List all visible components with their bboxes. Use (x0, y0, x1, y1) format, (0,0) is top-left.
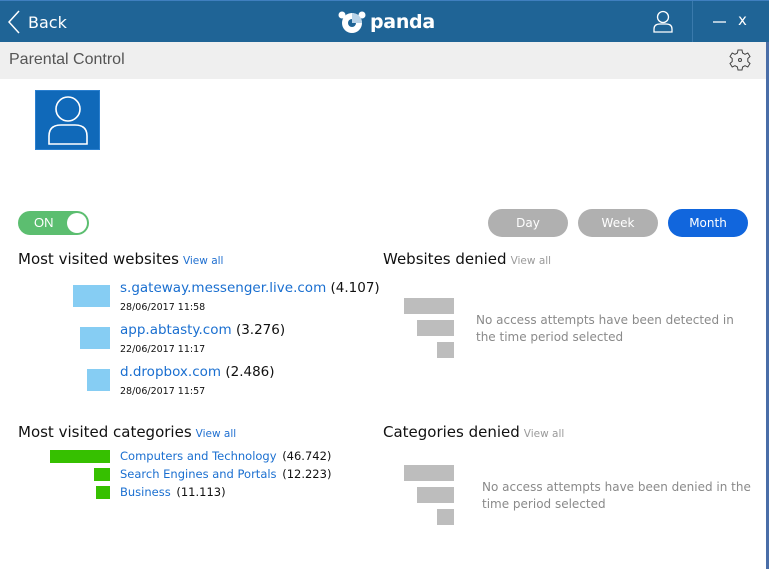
categories-denied-empty-message: No access attempts have been denied in t… (482, 480, 751, 511)
websites-denied-empty-message: No access attempts have been detected in… (476, 313, 734, 344)
child-avatar[interactable] (35, 90, 100, 150)
panda-logo-icon (338, 11, 366, 33)
website-item[interactable]: d.dropbox.com (2.486) (120, 364, 275, 380)
minimize-icon (713, 21, 726, 23)
placeholder-bar (417, 320, 454, 336)
back-label: Back (28, 12, 67, 32)
placeholder-bar (417, 487, 454, 503)
period-week-label: Week (601, 216, 635, 230)
website-visit-count: (3.276) (235, 322, 286, 338)
period-day-button[interactable]: Day (488, 209, 568, 237)
placeholder-bar (404, 298, 454, 314)
website-link[interactable]: d.dropbox.com (120, 364, 221, 380)
titlebar-separator (692, 1, 693, 43)
page-header: Parental Control (0, 42, 766, 79)
denied-websites-view-all-link[interactable]: View all (511, 255, 552, 267)
title-bar: Back panda x (0, 0, 769, 43)
section-title-text: Websites denied (383, 250, 507, 268)
category-link[interactable]: Search Engines and Portals (120, 467, 277, 481)
user-icon (47, 96, 88, 145)
category-link[interactable]: Business (120, 485, 171, 499)
category-visit-count: (12.223) (282, 467, 332, 481)
website-item[interactable]: app.abtasty.com (3.276) (120, 322, 285, 338)
close-button[interactable]: x (738, 11, 747, 29)
brand-logo: panda (338, 9, 435, 35)
minimize-button[interactable] (710, 13, 728, 31)
category-visit-count: (46.742) (282, 449, 332, 463)
categories-view-all-link[interactable]: View all (196, 428, 237, 440)
website-visit-count: (2.486) (225, 364, 275, 380)
categories-denied-heading: Categories denied View all (383, 423, 564, 441)
period-week-button[interactable]: Week (578, 209, 658, 237)
website-link[interactable]: s.gateway.messenger.live.com (120, 280, 326, 296)
gear-icon (729, 49, 751, 71)
website-link[interactable]: app.abtasty.com (120, 322, 232, 338)
category-link[interactable]: Computers and Technology (120, 449, 277, 463)
website-visit-count: (4.107) (330, 280, 380, 296)
category-item: Business (11.113) (120, 485, 226, 499)
most-visited-categories-heading: Most visited categories View all (18, 423, 236, 441)
placeholder-bar (404, 465, 454, 481)
toggle-knob (67, 213, 87, 233)
category-bar (96, 486, 110, 499)
category-bar (50, 450, 110, 463)
section-title-text: Most visited categories (18, 423, 192, 441)
websites-view-all-link[interactable]: View all (183, 255, 224, 267)
category-visit-count: (11.113) (176, 485, 226, 499)
most-visited-websites-heading: Most visited websites View all (18, 250, 223, 268)
section-title-text: Categories denied (383, 423, 520, 441)
category-bar (94, 468, 110, 481)
close-icon: x (738, 11, 747, 29)
chevron-left-icon (8, 10, 20, 34)
placeholder-bar (437, 509, 454, 525)
settings-button[interactable] (728, 48, 752, 72)
period-day-label: Day (516, 216, 540, 230)
website-bar (80, 327, 110, 349)
website-bar (73, 285, 110, 307)
website-last-visit: 28/06/2017 11:58 (120, 302, 206, 313)
placeholder-bar (437, 342, 454, 358)
parental-control-toggle[interactable]: ON (18, 211, 89, 235)
user-icon (653, 10, 673, 33)
denied-categories-view-all-link[interactable]: View all (524, 428, 565, 440)
period-month-button[interactable]: Month (668, 209, 748, 237)
back-button[interactable]: Back (8, 9, 67, 35)
website-bar (87, 369, 110, 391)
account-button[interactable] (650, 9, 676, 35)
category-item: Search Engines and Portals (12.223) (120, 467, 331, 481)
page-title: Parental Control (9, 51, 125, 68)
toggle-label: ON (34, 215, 54, 230)
period-month-label: Month (689, 216, 727, 230)
category-item: Computers and Technology (46.742) (120, 449, 331, 463)
section-title-text: Most visited websites (18, 250, 179, 268)
website-item[interactable]: s.gateway.messenger.live.com (4.107) (120, 280, 380, 296)
website-last-visit: 28/06/2017 11:57 (120, 386, 206, 397)
website-last-visit: 22/06/2017 11:17 (120, 344, 206, 355)
websites-denied-heading: Websites denied View all (383, 250, 551, 268)
brand-name: panda (370, 11, 435, 33)
